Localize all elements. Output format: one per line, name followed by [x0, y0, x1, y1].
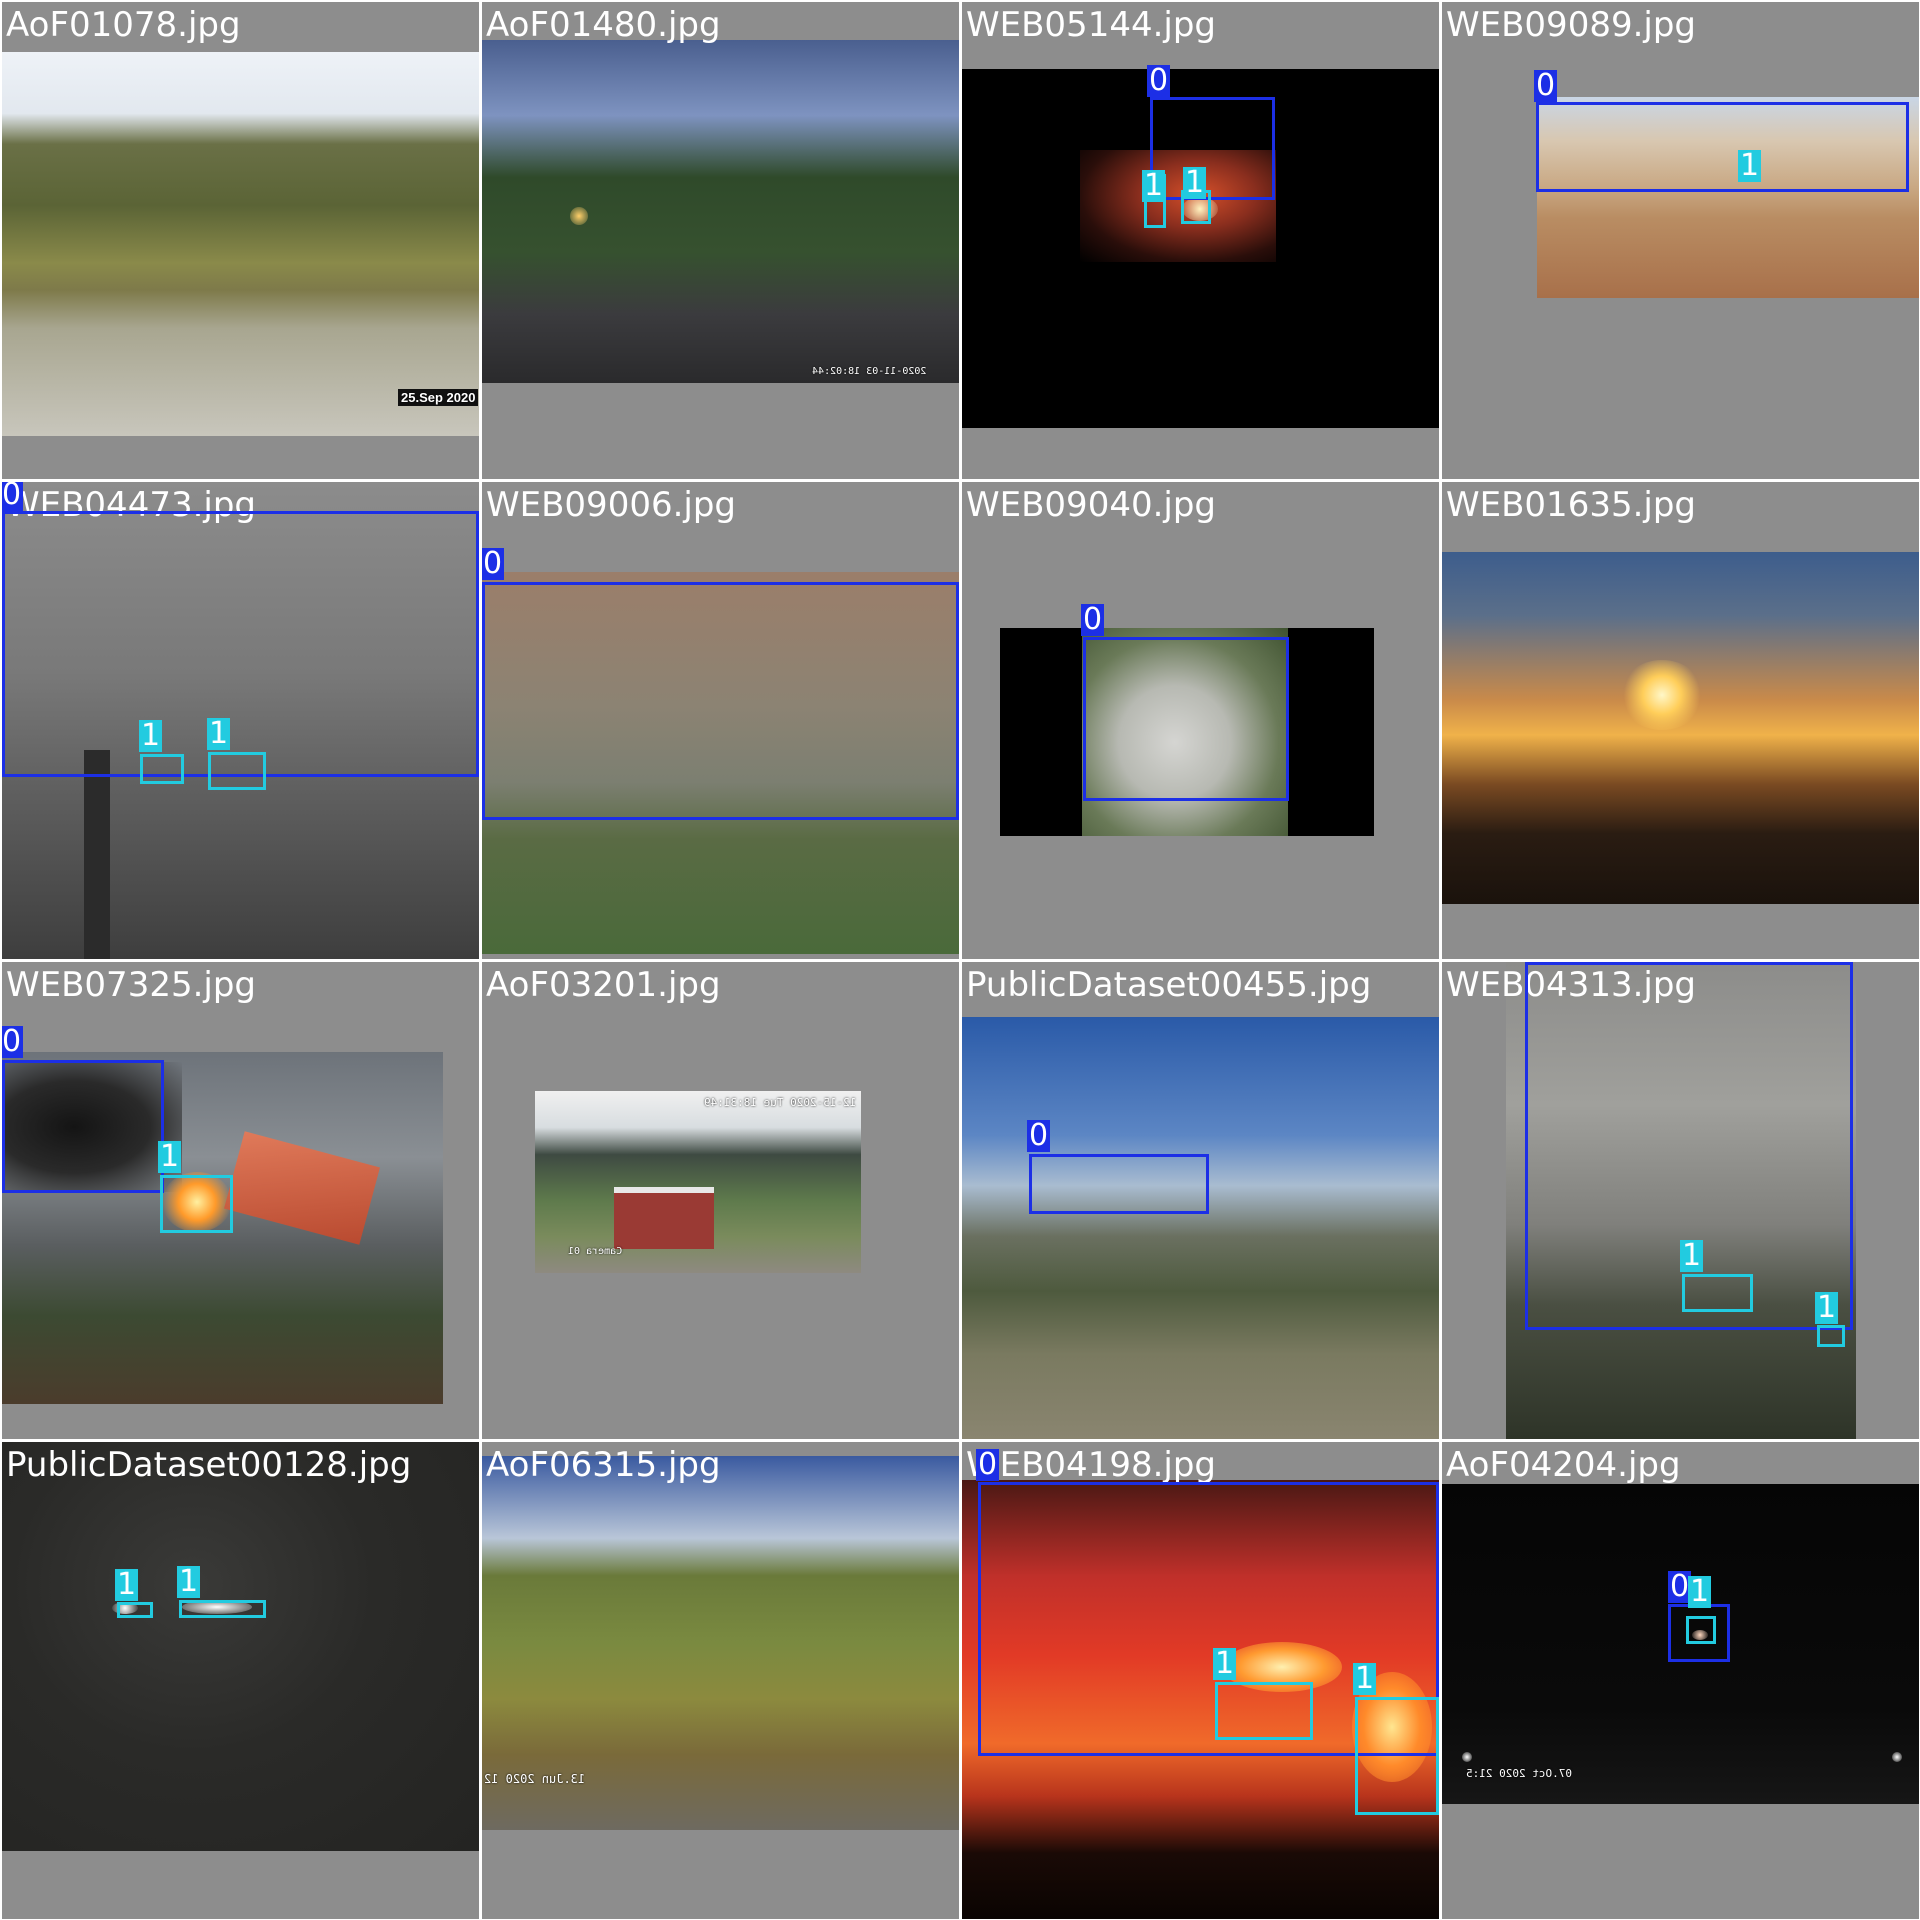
bbox-class-1 [140, 754, 184, 784]
bbox-label-1: 1 [1183, 165, 1207, 200]
photo-boulder-valley [962, 1017, 1439, 1439]
photo-timestamp: 07.Oct 2020 21:5 [1466, 1767, 1572, 1780]
bbox-class-1 [1817, 1325, 1845, 1347]
bbox-class-0 [2, 511, 479, 777]
sun-glow [1620, 660, 1704, 730]
bbox-label-1: 1 [139, 718, 163, 753]
bbox-class-0 [1029, 1154, 1209, 1214]
tile-web04198[interactable]: WEB04198.jpg 0 1 1 [962, 1442, 1439, 1919]
bbox-label-1: 1 [177, 1564, 201, 1599]
bbox-label-1: 1 [1738, 148, 1762, 183]
bbox-label-0: 0 [2, 482, 24, 511]
filename-label: WEB09006.jpg [486, 485, 737, 525]
tile-web09040[interactable]: 0 WEB09040.jpg [962, 482, 1439, 959]
filename-label: AoF01078.jpg [6, 5, 241, 45]
filename-label: WEB01635.jpg [1446, 485, 1697, 525]
bbox-class-1 [160, 1175, 233, 1233]
tile-aof06315[interactable]: 13.Jun 2020 12 AoF06315.jpg [482, 1442, 959, 1919]
bbox-label-0: 0 [482, 546, 505, 581]
bbox-class-1 [117, 1602, 153, 1618]
tile-aof04204[interactable]: 07.Oct 2020 21:5 0 1 AoF04204.jpg [1442, 1442, 1919, 1919]
filename-label: AoF01480.jpg [486, 5, 721, 45]
street-light [1462, 1752, 1472, 1762]
brick-counter [614, 1187, 714, 1249]
photo-hills-parking [2, 52, 479, 436]
filename-label: WEB05144.jpg [966, 5, 1217, 45]
bbox-label-0: 0 [1081, 602, 1105, 637]
photo-timestamp: 2020-11-03 18:02:44 [812, 366, 927, 377]
tile-aof01480[interactable]: 2020-11-03 18:02:44 AoF01480.jpg [482, 2, 959, 479]
bbox-label-0: 0 [1534, 68, 1558, 103]
filename-label: WEB09089.jpg [1446, 5, 1697, 45]
bbox-class-1 [208, 752, 266, 790]
bbox-class-1 [1686, 1616, 1716, 1644]
bbox-label-1: 1 [1213, 1646, 1237, 1681]
tile-publicdataset00455[interactable]: 0 PublicDataset00455.jpg [962, 962, 1439, 1439]
bbox-label-1: 1 [1142, 168, 1166, 203]
filename-label: AoF06315.jpg [486, 1445, 721, 1485]
bbox-class-1 [1355, 1697, 1439, 1815]
filename-label: AoF04204.jpg [1446, 1445, 1681, 1485]
tile-web05144[interactable]: 0 1 1 WEB05144.jpg [962, 2, 1439, 479]
bbox-label-1: 1 [207, 716, 231, 751]
bbox-class-1 [179, 1600, 266, 1618]
photo-night-dark [2, 1442, 479, 1851]
tile-web09089[interactable]: 0 1 WEB09089.jpg [1442, 2, 1919, 479]
bbox-class-0 [1150, 97, 1275, 200]
bbox-label-1: 1 [1815, 1290, 1839, 1325]
camera-timestamp: 12-15-2020 Tue 18:31:49 [704, 1096, 857, 1109]
bbox-label-1: 1 [115, 1567, 139, 1602]
tile-web07325[interactable]: 0 1 WEB07325.jpg [2, 962, 479, 1439]
photo-sunset [1442, 552, 1919, 904]
bbox-class-0 [1083, 637, 1289, 801]
photo-road-dusk [482, 40, 959, 383]
street-lamp-glow [570, 207, 588, 225]
tile-web04473[interactable]: WEB04473.jpg 0 1 1 [2, 482, 479, 959]
tile-aof03201[interactable]: 12-15-2020 Tue 18:31:49 Camera 01 AoF032… [482, 962, 959, 1439]
bbox-label-1: 1 [1353, 1661, 1377, 1696]
photo-timestamp: 25.Sep 2020 [398, 389, 479, 406]
street-light [1892, 1752, 1902, 1762]
filename-label: WEB09040.jpg [966, 485, 1217, 525]
filename-label: PublicDataset00128.jpg [6, 1445, 412, 1485]
filename-label: PublicDataset00455.jpg [966, 965, 1372, 1005]
filename-label: WEB07325.jpg [6, 965, 257, 1005]
bbox-label-0: 0 [2, 1024, 24, 1059]
bbox-label-1: 1 [1688, 1574, 1712, 1609]
bbox-class-1 [1215, 1682, 1313, 1740]
filename-label: AoF03201.jpg [486, 965, 721, 1005]
bbox-class-1 [1682, 1274, 1753, 1312]
photo-timestamp: 13.Jun 2020 12 [484, 1772, 586, 1786]
bbox-label-0: 0 [1147, 63, 1171, 98]
bbox-class-0 [2, 1060, 164, 1193]
tile-web04313[interactable]: WEB04313.jpg 0 1 1 [1442, 962, 1919, 1439]
tile-web01635[interactable]: WEB01635.jpg [1442, 482, 1919, 959]
bbox-label-1: 1 [1680, 1238, 1704, 1273]
filename-label: WEB04198.jpg [966, 1445, 1217, 1485]
tile-publicdataset00128[interactable]: 1 1 PublicDataset00128.jpg [2, 1442, 479, 1919]
bbox-class-0 [1536, 102, 1909, 192]
mosaic-grid: 25.Sep 2020 AoF01078.jpg 2020-11-03 18:0… [0, 0, 1920, 1920]
bbox-label-0: 0 [976, 1447, 1000, 1482]
bbox-label-0: 0 [1027, 1118, 1051, 1153]
tile-aof01078[interactable]: 25.Sep 2020 AoF01078.jpg [2, 2, 479, 479]
camera-name: Camera 01 [568, 1246, 623, 1257]
bbox-class-0 [482, 582, 959, 820]
dark-pole [84, 750, 110, 959]
bbox-label-1: 1 [158, 1139, 182, 1174]
tile-web09006[interactable]: 0 WEB09006.jpg [482, 482, 959, 959]
